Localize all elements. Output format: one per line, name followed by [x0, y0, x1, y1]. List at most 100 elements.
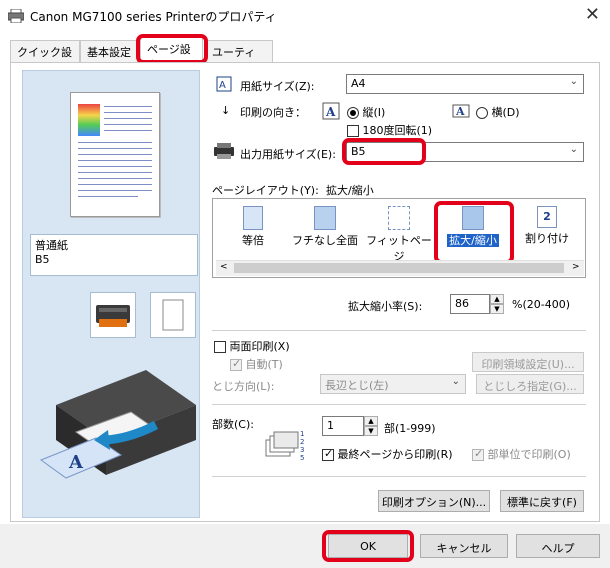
scrollbar-thumb[interactable]: [234, 263, 564, 273]
spin-up-icon[interactable]: ▲: [490, 294, 504, 304]
print-area-button[interactable]: 印刷領域設定(U)...: [472, 352, 584, 372]
layout-item-label: フィットページ: [366, 234, 432, 263]
duplex-checkbox[interactable]: 両面印刷(X): [214, 338, 290, 354]
output-printer-icon: [214, 143, 234, 159]
layout-item-page-layout[interactable]: 2 割り付け: [512, 206, 582, 258]
text-line: [104, 106, 152, 107]
last-page-checkbox[interactable]: ✓ 最終ページから印刷(R): [322, 446, 453, 462]
highlight-tab: [136, 34, 208, 64]
media-info-box: 普通紙 B5: [30, 234, 198, 276]
text-line: [78, 154, 152, 155]
copies-range: 部(1-999): [384, 422, 436, 435]
text-line: [78, 166, 152, 167]
layout-item-label: 等倍: [242, 234, 264, 247]
rotate-180-label: 180度回転(1): [362, 124, 433, 137]
chevron-down-icon: ⌄: [569, 144, 578, 155]
highlight-ok: [322, 530, 414, 562]
collate-label: 部単位で印刷(O): [487, 448, 571, 461]
media-type: 普通紙: [35, 239, 68, 252]
binding-value: 長辺とじ(左): [325, 379, 389, 392]
layout-item-fit-page[interactable]: フィットページ: [364, 206, 434, 263]
text-line: [104, 112, 152, 113]
borderless-icon: [314, 206, 336, 230]
margin-button[interactable]: とじしろ指定(G)...: [476, 374, 584, 394]
last-page-check[interactable]: ✓: [322, 447, 334, 461]
scale-range: %(20-400): [512, 298, 570, 311]
paper-size-icon: A: [216, 76, 232, 92]
title-bar: Canon MG7100 series Printerのプロパティ ✕: [0, 0, 610, 32]
collate-checkbox[interactable]: ✓ 部単位で印刷(O): [472, 446, 571, 462]
scale-label: 拡大縮小率(S):: [348, 300, 423, 313]
rotate-180-checkbox[interactable]: 180度回転(1): [347, 122, 432, 138]
scale-input[interactable]: 86: [450, 294, 490, 314]
layout-item-label: 割り付け: [525, 232, 569, 245]
text-line: [104, 130, 152, 131]
paper-size-select[interactable]: A4 ⌄: [346, 74, 584, 94]
cancel-button[interactable]: キャンセル: [420, 534, 508, 558]
landscape-label: 横(D): [491, 106, 520, 119]
rotate-180-check[interactable]: [347, 125, 359, 137]
printer-illustration-icon: A: [39, 370, 196, 479]
printer-icon: [8, 9, 24, 23]
svg-text:2: 2: [300, 438, 304, 446]
svg-text:A: A: [68, 452, 84, 473]
divider: [212, 330, 586, 331]
collate-check[interactable]: ✓: [472, 447, 484, 461]
text-line: [104, 124, 152, 125]
divider: [212, 404, 586, 405]
text-line: [78, 172, 152, 173]
scroll-left-icon[interactable]: <: [220, 262, 228, 272]
auto-check[interactable]: ✓: [230, 357, 242, 371]
help-button[interactable]: ヘルプ: [516, 534, 600, 558]
spin-up-icon[interactable]: ▲: [364, 416, 378, 426]
landscape-icon: A: [452, 104, 470, 118]
normal-size-icon: [243, 206, 263, 230]
tab-quick-settings[interactable]: クイック設定: [10, 40, 80, 75]
paper-size-label: 用紙サイズ(Z):: [240, 80, 315, 93]
svg-text:5: 5: [300, 454, 304, 462]
close-icon[interactable]: ✕: [585, 4, 600, 25]
page-layout-icon: 2: [537, 206, 557, 228]
spin-down-icon[interactable]: ▼: [490, 304, 504, 314]
divider: [212, 476, 586, 477]
arrow-down-icon: ↓: [221, 104, 231, 117]
auto-checkbox[interactable]: ✓ 自動(T): [230, 356, 283, 372]
paper-source-box: [90, 292, 136, 338]
svg-text:1: 1: [300, 430, 304, 438]
text-line: [78, 190, 152, 191]
copies-input[interactable]: 1: [322, 416, 364, 436]
paper-orientation-box: [150, 292, 196, 338]
scroll-right-icon[interactable]: >: [572, 262, 580, 272]
tab-utility[interactable]: ユーティリティ: [205, 40, 273, 75]
layout-item-normal[interactable]: 等倍: [218, 206, 288, 258]
landscape-radio[interactable]: 横(D): [476, 104, 520, 120]
page-layout-value: 拡大/縮小: [326, 184, 374, 197]
text-line: [78, 184, 152, 185]
image-thumbnail: [78, 104, 100, 136]
window-title: Canon MG7100 series Printerのプロパティ: [30, 10, 277, 24]
tab-basic-settings[interactable]: 基本設定: [80, 40, 138, 62]
text-line: [104, 118, 152, 119]
svg-text:A: A: [455, 105, 465, 118]
output-size-label: 出力用紙サイズ(E):: [240, 148, 336, 161]
binding-label: とじ方向(L):: [212, 380, 275, 393]
duplex-check[interactable]: [214, 341, 226, 353]
defaults-button[interactable]: 標準に戻す(F): [500, 490, 584, 512]
spin-down-icon[interactable]: ▼: [364, 426, 378, 436]
last-page-label: 最終ページから印刷(R): [337, 448, 453, 461]
landscape-radio-button[interactable]: [476, 107, 488, 119]
portrait-radio-button[interactable]: [347, 107, 359, 119]
layout-item-borderless[interactable]: フチなし全面: [290, 206, 360, 258]
duplex-label: 両面印刷(X): [229, 340, 290, 353]
copies-stack-icon: 1 2 3 5: [265, 430, 304, 462]
page-layout-label: ページレイアウト(Y):: [212, 184, 319, 197]
text-line: [78, 148, 152, 149]
portrait-icon: A: [322, 102, 340, 120]
auto-label: 自動(T): [245, 358, 283, 371]
print-options-button[interactable]: 印刷オプション(N)...: [378, 490, 490, 512]
binding-select[interactable]: 長辺とじ(左) ⌄: [320, 374, 466, 394]
svg-text:A: A: [325, 105, 336, 119]
chevron-down-icon: ⌄: [569, 76, 578, 87]
orientation-label: 印刷の向き：: [240, 106, 306, 119]
portrait-radio[interactable]: 縦(I): [347, 104, 385, 120]
